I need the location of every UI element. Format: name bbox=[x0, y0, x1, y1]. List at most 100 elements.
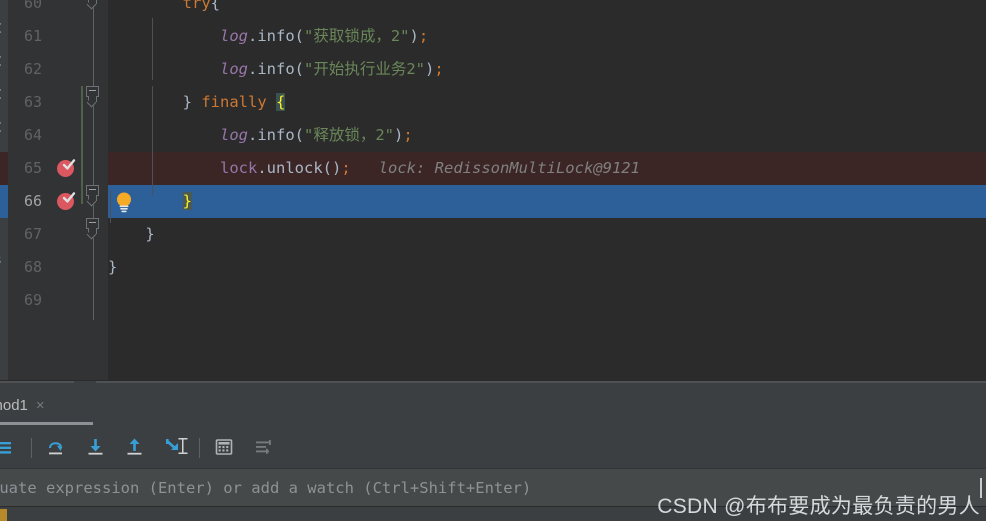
code-token-punct: . bbox=[247, 60, 258, 78]
code-token-punct: . bbox=[247, 126, 258, 144]
code-token-plain: info bbox=[257, 27, 295, 45]
tab-top-border bbox=[0, 381, 74, 383]
code-token-punct: . bbox=[247, 27, 258, 45]
code-line[interactable]: log.info("获取锁成，2"); bbox=[108, 27, 428, 45]
code-token-inline-hint: lock: RedissonMultiLock@9121 bbox=[350, 159, 640, 177]
code-token-field: log bbox=[219, 27, 248, 45]
toolbar-separator bbox=[31, 438, 32, 458]
code-token-field: log bbox=[219, 60, 248, 78]
lines-icon bbox=[0, 442, 11, 454]
code-line[interactable]: log.info("开始执行业务2"); bbox=[108, 60, 444, 78]
toolbar-separator-2 bbox=[199, 438, 200, 458]
breakpoint-icon[interactable] bbox=[56, 190, 78, 212]
line-number: 67 bbox=[23, 225, 42, 243]
line-number-gutter[interactable]: 60 61 62 63 64 65 66 67 68 69 bbox=[8, 0, 80, 380]
code-editor[interactable]: €€€€€|)s) try{ log.info("获取锁成，2"); log.i… bbox=[0, 0, 986, 380]
code-token-brace-highlight: { bbox=[276, 93, 286, 111]
step-over-button[interactable] bbox=[43, 433, 71, 461]
text-cursor-icon bbox=[178, 438, 188, 454]
code-line[interactable]: lock.unlock(); lock: RedissonMultiLock@9… bbox=[108, 159, 640, 177]
code-token-semicolon: ; bbox=[341, 159, 351, 177]
code-folding-gutter[interactable] bbox=[80, 0, 108, 380]
fold-marker-collapse[interactable] bbox=[86, 0, 101, 6]
debugger-tabbar: ethod1 × bbox=[0, 380, 986, 427]
active-tab-underline bbox=[0, 422, 93, 425]
evaluate-input-caret bbox=[980, 478, 982, 498]
fold-marker-collapse[interactable] bbox=[86, 218, 101, 236]
evaluate-expression-button[interactable] bbox=[210, 433, 238, 461]
breakpoint-icon[interactable] bbox=[56, 157, 78, 179]
code-token-string: "释放锁，2" bbox=[304, 126, 394, 144]
code-token-plain: info bbox=[257, 60, 295, 78]
code-token-punct: ) bbox=[394, 126, 404, 144]
code-line[interactable]: try{ bbox=[108, 0, 220, 12]
line-number: 64 bbox=[23, 126, 42, 144]
step-out-icon bbox=[127, 438, 142, 455]
code-token-punct: ( bbox=[294, 60, 304, 78]
line-number: 68 bbox=[23, 258, 42, 276]
tabbar-top-border bbox=[96, 381, 986, 383]
code-token-keyword: finally bbox=[201, 93, 267, 111]
code-token-variable: lock bbox=[219, 159, 258, 177]
watermark-text: CSDN @布布要成为最负责的男人 bbox=[657, 495, 980, 518]
step-out-button[interactable] bbox=[121, 433, 149, 461]
ide-window: €€€€€|)s) try{ log.info("获取锁成，2"); log.i… bbox=[0, 0, 986, 521]
code-token-string: "获取锁成，2" bbox=[304, 27, 410, 45]
debugger-tab-label: ethod1 bbox=[0, 396, 28, 414]
indent-guide bbox=[152, 18, 153, 80]
code-token-string: "开始执行业务2" bbox=[304, 60, 425, 78]
debugger-tab[interactable]: ethod1 × bbox=[0, 391, 55, 419]
line-number: 66 bbox=[23, 192, 42, 210]
code-line[interactable]: } finally { bbox=[108, 93, 286, 111]
fold-region-line bbox=[93, 0, 94, 320]
code-token-field: log bbox=[219, 126, 248, 144]
code-token-brace: } bbox=[182, 93, 192, 111]
code-token-punct: ) bbox=[409, 27, 419, 45]
code-surface[interactable]: try{ log.info("获取锁成，2"); log.info("开始执行业… bbox=[0, 0, 986, 380]
step-over-icon bbox=[49, 442, 63, 455]
code-token-punct: . bbox=[257, 159, 267, 177]
lightbulb-icon[interactable] bbox=[113, 190, 135, 214]
code-token-plain: unlock bbox=[266, 159, 323, 177]
show-execution-point-button[interactable] bbox=[0, 433, 16, 461]
line-number: 69 bbox=[23, 291, 42, 309]
code-token-punct: ( bbox=[294, 126, 304, 144]
calculator-icon bbox=[215, 439, 233, 455]
code-token-punct: ( bbox=[294, 27, 304, 45]
code-token-punct: ) bbox=[425, 60, 435, 78]
code-token-semicolon: ; bbox=[418, 27, 429, 45]
code-line[interactable]: } bbox=[108, 258, 117, 276]
status-indicator bbox=[0, 509, 7, 521]
fold-marker-collapse[interactable] bbox=[86, 185, 101, 203]
settings-list-icon bbox=[256, 440, 271, 454]
close-icon[interactable]: × bbox=[36, 398, 45, 413]
code-line[interactable]: log.info("释放锁，2"); bbox=[108, 126, 413, 144]
line-number: 61 bbox=[23, 27, 42, 45]
code-token-keyword: try bbox=[182, 0, 211, 12]
code-token-punct: () bbox=[322, 159, 342, 177]
layout-settings-button[interactable] bbox=[250, 433, 278, 461]
indent-guide bbox=[152, 130, 153, 196]
fold-marker-collapse[interactable] bbox=[86, 86, 101, 104]
line-number: 65 bbox=[23, 159, 42, 177]
line-number: 63 bbox=[23, 93, 42, 111]
vcs-change-marker bbox=[81, 86, 83, 204]
code-token-semicolon: ; bbox=[434, 60, 444, 78]
indent-guide bbox=[110, 190, 111, 223]
step-into-button[interactable] bbox=[82, 433, 110, 461]
code-token-semicolon: ; bbox=[403, 126, 413, 144]
debugger-toolbar bbox=[0, 426, 986, 468]
code-token-brace: } bbox=[145, 225, 155, 243]
code-line[interactable]: } bbox=[108, 225, 155, 243]
code-token-plain: info bbox=[257, 126, 295, 144]
step-into-icon bbox=[88, 439, 103, 455]
code-token-brace-exec: } bbox=[182, 192, 192, 210]
code-token-brace: { bbox=[210, 0, 220, 12]
line-number: 62 bbox=[23, 60, 42, 78]
